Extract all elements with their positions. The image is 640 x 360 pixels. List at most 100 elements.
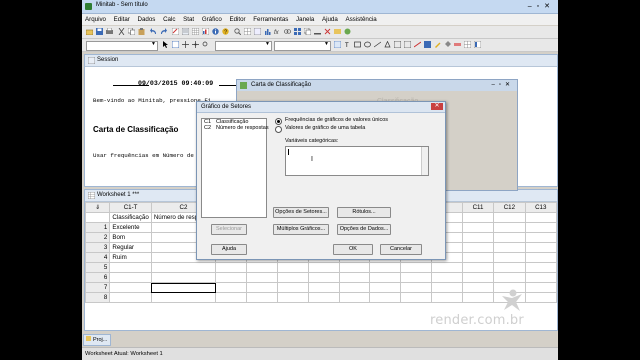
corner-cell[interactable]: ⇓ (84, 202, 111, 213)
cell[interactable] (400, 262, 433, 273)
cell[interactable] (493, 222, 526, 233)
size-combo[interactable]: ▼ (215, 41, 272, 51)
select-tool-icon[interactable] (334, 41, 341, 48)
cell[interactable] (215, 262, 247, 273)
menu-dados[interactable]: Dados (138, 14, 156, 25)
paste-icon[interactable] (138, 28, 145, 35)
polygon-tool-icon[interactable] (384, 41, 391, 48)
cell[interactable] (369, 282, 402, 293)
cell[interactable] (493, 242, 526, 253)
sector-options-button[interactable]: Opções de Setores... (273, 207, 329, 218)
cell[interactable] (307, 272, 340, 283)
row-header[interactable]: 8 (84, 292, 111, 303)
cell[interactable] (150, 292, 217, 303)
row-header[interactable]: 7 (84, 282, 111, 293)
row-header[interactable]: 4 (84, 252, 111, 263)
cell[interactable] (276, 262, 309, 273)
window-tile-icon[interactable] (294, 28, 301, 35)
grid-view-icon[interactable] (244, 28, 251, 35)
cell[interactable] (431, 282, 463, 293)
zoom-icon[interactable] (202, 41, 209, 48)
column-header-c12[interactable]: C12 (493, 202, 526, 213)
cell[interactable] (369, 262, 402, 273)
cell[interactable] (400, 292, 433, 303)
fx-icon[interactable]: fx (274, 28, 281, 35)
row-header[interactable]: 2 (84, 232, 111, 243)
window-cascade-icon[interactable] (304, 28, 311, 35)
undo-icon[interactable] (150, 28, 157, 35)
line-color-icon[interactable] (414, 41, 421, 48)
session-window-icon[interactable] (182, 28, 189, 35)
cell[interactable] (524, 262, 558, 273)
cell[interactable] (307, 282, 340, 293)
row-header[interactable]: 5 (84, 262, 111, 273)
cell[interactable] (276, 272, 309, 283)
move-icon[interactable] (192, 41, 199, 48)
project-manager-minimized[interactable]: Proj... (83, 334, 111, 346)
cell[interactable] (276, 292, 309, 303)
cell[interactable] (245, 272, 278, 283)
cell[interactable] (524, 282, 558, 293)
cell[interactable] (493, 262, 526, 273)
row-header[interactable]: 3 (84, 242, 111, 253)
help-icon[interactable]: ? (222, 28, 229, 35)
cell[interactable] (276, 282, 309, 293)
cell[interactable] (461, 222, 495, 233)
cell[interactable] (109, 262, 152, 273)
cell[interactable] (493, 232, 526, 243)
row-header[interactable]: 6 (84, 272, 111, 283)
cell[interactable] (524, 252, 558, 263)
cell[interactable] (493, 272, 526, 283)
cell[interactable] (493, 252, 526, 263)
select-button[interactable]: Selecionar (211, 224, 247, 235)
cell[interactable] (461, 242, 495, 253)
menu-editor[interactable]: Editor (229, 14, 245, 25)
cell[interactable] (524, 292, 558, 303)
window-controls[interactable]: –▫✕ (528, 2, 555, 10)
cell[interactable] (245, 282, 278, 293)
info-icon[interactable] (212, 28, 219, 35)
close-all-icon[interactable] (324, 28, 331, 35)
multiple-graphs-button[interactable]: Múltiplos Gráficos... (273, 224, 329, 235)
column-name-c1[interactable]: Classificação (109, 212, 152, 223)
close-icon[interactable]: ✕ (431, 103, 443, 110)
column-header-c11[interactable]: C11 (461, 202, 495, 213)
scrollbar[interactable] (421, 147, 428, 175)
ok-button[interactable]: OK (333, 244, 373, 255)
cell[interactable] (307, 292, 340, 303)
variables-listbox[interactable]: C1 Classificação C2 Número de respostas (201, 118, 269, 218)
cell[interactable] (245, 292, 278, 303)
cell[interactable] (524, 212, 558, 223)
cell[interactable]: Regular (109, 242, 152, 253)
cell[interactable] (338, 262, 371, 273)
menu-ajuda[interactable]: Ajuda (322, 14, 338, 25)
chart-icon[interactable] (264, 28, 271, 35)
line-tool-icon[interactable] (374, 41, 381, 48)
data-options-button[interactable]: Opções de Dados... (337, 224, 391, 235)
cancel-button[interactable]: Cancelar (380, 244, 422, 255)
worksheet-window-icon[interactable] (192, 28, 199, 35)
cell[interactable] (338, 282, 371, 293)
cell[interactable] (215, 292, 247, 303)
cell[interactable]: Bom (109, 232, 152, 243)
column-header-c1[interactable]: C1-T (109, 202, 152, 213)
menu-stat[interactable]: Stat (183, 14, 194, 25)
layout-icon[interactable] (474, 41, 481, 48)
redo-icon[interactable] (160, 28, 167, 35)
cell[interactable] (461, 232, 495, 243)
project-manager-icon[interactable] (334, 28, 341, 35)
cell[interactable] (109, 292, 152, 303)
menu-janela[interactable]: Janela (296, 14, 314, 25)
minimize-all-icon[interactable] (314, 28, 321, 35)
pencil-icon[interactable] (434, 41, 441, 48)
cell[interactable] (307, 262, 340, 273)
crosshair-icon[interactable] (182, 41, 189, 48)
row-header[interactable] (84, 212, 111, 223)
cell[interactable] (524, 222, 558, 233)
cell[interactable] (109, 282, 152, 293)
cell[interactable] (369, 272, 402, 283)
ellipse-tool-icon[interactable] (364, 41, 371, 48)
cell[interactable] (109, 272, 152, 283)
rectangle-tool-icon[interactable] (354, 41, 361, 48)
radio-unique-values[interactable] (275, 118, 282, 125)
